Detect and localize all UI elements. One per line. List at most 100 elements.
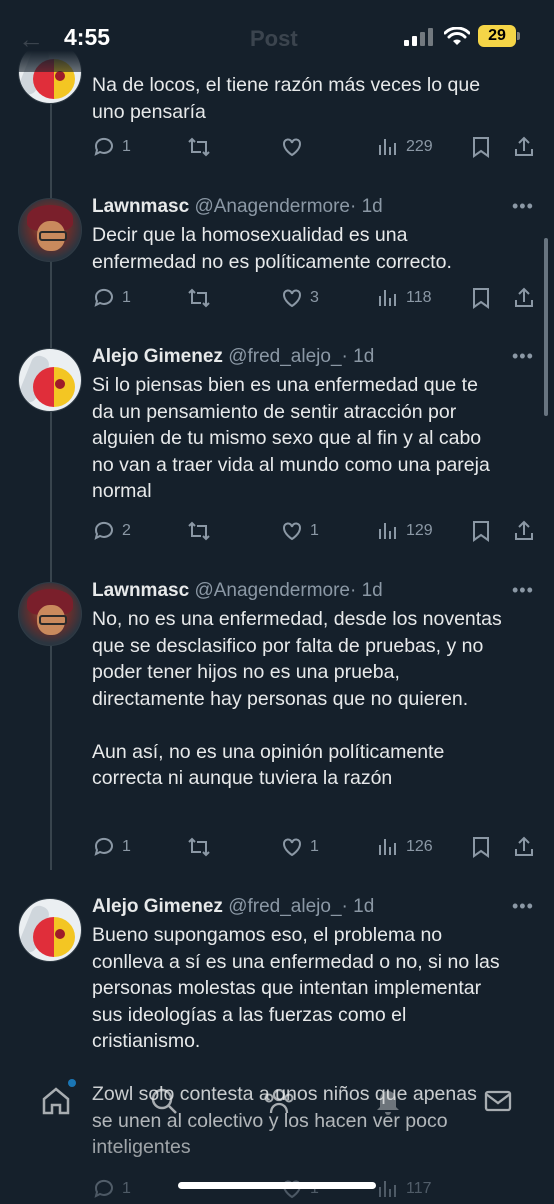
tweet-actions: 2 1 129 <box>92 516 542 546</box>
retweet-button[interactable] <box>186 516 218 546</box>
share-button[interactable] <box>512 132 536 162</box>
like-button[interactable]: 1 <box>280 832 319 862</box>
bookmark-icon <box>473 137 489 158</box>
like-button[interactable] <box>280 132 310 162</box>
share-button[interactable] <box>512 283 536 313</box>
more-options-icon[interactable]: ••• <box>512 196 534 217</box>
tweet-time: · 1d <box>349 580 383 601</box>
more-options-icon[interactable]: ••• <box>512 896 534 917</box>
display-name[interactable]: Lawnmasc <box>92 580 189 601</box>
reply-count: 2 <box>122 522 131 539</box>
user-handle[interactable]: @fred_alejo_ <box>228 896 341 917</box>
user-handle[interactable]: @fred_alejo_ <box>228 346 341 367</box>
tweet-time: · 1d <box>349 196 383 217</box>
wifi-icon <box>444 27 470 45</box>
tweet-header: Lawnmasc @Anagendermore· 1d <box>92 196 383 218</box>
heart-icon <box>283 522 301 541</box>
retweet-icon <box>188 837 210 857</box>
views-count: 126 <box>406 838 433 855</box>
bookmark-icon <box>473 288 489 309</box>
messages-icon[interactable] <box>482 1085 514 1122</box>
bookmark-button[interactable] <box>470 283 492 313</box>
views-button[interactable]: 118 <box>376 283 432 313</box>
reply-button[interactable]: 1 <box>92 832 131 862</box>
retweet-button[interactable] <box>186 132 218 162</box>
page-title: Post <box>250 26 298 51</box>
tweet-text: No, no es una enfermedad, desde los nove… <box>92 608 502 789</box>
like-button[interactable]: 3 <box>280 283 319 313</box>
reply-button[interactable]: 1 <box>92 283 131 313</box>
views-button[interactable]: 229 <box>376 132 433 162</box>
like-count: 3 <box>310 289 319 306</box>
reply-icon <box>94 288 113 307</box>
home-indicator[interactable] <box>178 1182 376 1189</box>
views-icon <box>379 290 396 306</box>
views-count: 229 <box>406 138 433 155</box>
reply-button[interactable]: 2 <box>92 516 131 546</box>
views-button[interactable]: 129 <box>376 516 433 546</box>
tweet-time: · 1d <box>341 346 375 367</box>
views-icon <box>379 839 396 855</box>
tweet-actions: 1 3 118 <box>92 283 542 313</box>
user-handle[interactable]: @Anagendermore <box>194 196 350 217</box>
communities-icon[interactable] <box>262 1085 296 1122</box>
scrollbar[interactable] <box>544 238 548 416</box>
search-icon[interactable] <box>148 1085 180 1122</box>
more-options-icon[interactable]: ••• <box>512 346 534 367</box>
avatar[interactable] <box>18 582 82 646</box>
views-icon <box>379 523 396 539</box>
share-button[interactable] <box>512 516 536 546</box>
reply-count: 1 <box>122 289 131 306</box>
bookmark-button[interactable] <box>470 832 492 862</box>
share-button[interactable] <box>512 832 536 862</box>
views-icon <box>379 139 396 155</box>
avatar[interactable] <box>18 898 82 962</box>
reply-count: 1 <box>122 838 131 855</box>
display-name[interactable]: Lawnmasc <box>92 196 189 217</box>
tweet-header: Alejo Gimenez @fred_alejo_· 1d <box>92 896 374 918</box>
share-icon <box>515 136 533 156</box>
heart-icon <box>283 289 301 308</box>
tweet-text: Si lo piensas bien es una enfermedad que… <box>92 374 490 502</box>
bottom-tab-bar <box>0 1079 554 1155</box>
more-options-icon[interactable]: ••• <box>512 580 534 601</box>
display-name[interactable]: Alejo Gimenez <box>92 896 223 917</box>
avatar[interactable] <box>18 198 82 262</box>
battery-indicator: 29 <box>478 25 520 47</box>
reply-icon <box>94 137 113 156</box>
bookmark-button[interactable] <box>470 516 492 546</box>
reply-button[interactable]: 1 <box>92 132 131 162</box>
tweet-time: · 1d <box>341 896 375 917</box>
share-icon <box>515 520 533 540</box>
retweet-icon <box>188 137 210 157</box>
arrow-left-icon[interactable]: ← <box>18 24 44 55</box>
share-icon <box>515 836 533 856</box>
like-count: 1 <box>310 838 319 855</box>
like-button[interactable]: 1 <box>280 516 319 546</box>
retweet-button[interactable] <box>186 283 218 313</box>
display-name[interactable]: Alejo Gimenez <box>92 346 223 367</box>
status-bar: ← Post 4:55 29 <box>0 0 554 72</box>
tweet-actions: 1 1 126 <box>92 832 542 862</box>
views-count: 118 <box>406 289 432 306</box>
tweet-text: Decir que la homosexualidad es una enfer… <box>92 224 452 273</box>
tweet-header: Alejo Gimenez @fred_alejo_· 1d <box>92 346 374 368</box>
heart-icon <box>283 838 301 857</box>
heart-icon <box>283 138 301 157</box>
bookmark-button[interactable] <box>470 132 492 162</box>
notifications-icon[interactable] <box>372 1085 404 1122</box>
bookmark-icon <box>473 521 489 542</box>
tweet-text: Na de locos, el tiene razón más veces lo… <box>92 74 481 123</box>
retweet-icon <box>188 521 210 541</box>
share-icon <box>515 287 533 307</box>
retweet-button[interactable] <box>186 832 218 862</box>
retweet-icon <box>188 288 210 308</box>
home-icon[interactable] <box>40 1079 76 1122</box>
views-button[interactable]: 126 <box>376 832 433 862</box>
like-count: 1 <box>310 522 319 539</box>
user-handle[interactable]: @Anagendermore <box>194 580 350 601</box>
avatar[interactable] <box>18 348 82 412</box>
bookmark-icon <box>473 837 489 858</box>
reply-count: 1 <box>122 138 131 155</box>
thread-line <box>50 0 52 870</box>
